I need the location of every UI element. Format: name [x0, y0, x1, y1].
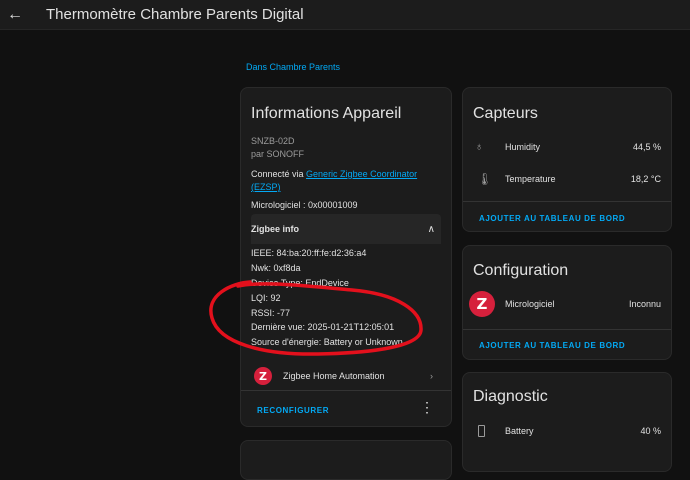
reconfigure-button[interactable]: RECONFIGURER — [257, 406, 329, 415]
zigbee-lqi: LQI: 92 — [251, 293, 281, 303]
humidity-row[interactable]: ♁ Humidity 44,5 % — [463, 138, 671, 156]
sensors-title: Capteurs — [473, 105, 538, 122]
firmware-value: Inconnu — [628, 299, 661, 309]
sensors-card: Capteurs ♁ Humidity 44,5 % 🌡︎ Temperatur… — [462, 87, 672, 232]
diagnostic-title: Diagnostic — [473, 388, 548, 405]
firmware-version: Micrologiciel : 0x00001009 — [251, 200, 358, 210]
temperature-label: Temperature — [505, 174, 556, 184]
configuration-card: Configuration Z Micrologiciel Inconnu AJ… — [462, 245, 672, 360]
zigbee-power-source: Source d'énergie: Battery or Unknown — [251, 337, 403, 347]
chevron-up-icon: ∧ — [427, 223, 435, 235]
battery-icon — [478, 425, 485, 437]
card-divider — [241, 390, 451, 391]
next-card — [240, 440, 452, 480]
thermometer-icon: 🌡︎ — [477, 172, 493, 186]
integration-row[interactable]: Z Zigbee Home Automation › — [241, 366, 451, 386]
zigbee-info-header[interactable]: Zigbee info ∧ — [251, 214, 441, 244]
diagnostic-card: Diagnostic Battery 40 % — [462, 372, 672, 472]
zigbee-info-title: Zigbee info — [251, 224, 299, 234]
arrow-left-icon: ← — [7, 5, 23, 23]
card-divider — [463, 201, 671, 202]
connected-via: Connecté via Generic Zigbee Coordinator … — [251, 168, 441, 194]
battery-value: 40 % — [640, 426, 661, 436]
page-title: Thermomètre Chambre Parents Digital — [46, 6, 304, 23]
configuration-title: Configuration — [473, 262, 569, 279]
zigbee-last-seen: Dernière vue: 2025-01-21T12:05:01 — [251, 322, 395, 332]
device-manufacturer: par SONOFF — [251, 149, 305, 159]
firmware-label: Micrologiciel — [505, 299, 555, 309]
back-button[interactable]: ← — [0, 0, 30, 30]
zigbee-device-type: Device Type: EndDevice — [251, 278, 349, 288]
water-drop-icon: ♁ — [475, 141, 484, 153]
battery-row[interactable]: Battery 40 % — [463, 422, 671, 440]
connected-via-label: Connecté via — [251, 169, 307, 179]
device-info-title: Informations Appareil — [251, 105, 402, 122]
temperature-value: 18,2 °C — [630, 174, 661, 184]
card-divider — [463, 329, 671, 330]
add-to-dashboard-button[interactable]: AJOUTER AU TABLEAU DE BORD — [479, 341, 625, 350]
battery-label: Battery — [505, 426, 534, 436]
top-app-bar: ← Thermomètre Chambre Parents Digital — [0, 0, 690, 30]
more-options-icon[interactable]: ⋮ — [420, 400, 434, 414]
zigbee-nwk: Nwk: 0xf8da — [251, 263, 301, 273]
area-link[interactable]: Dans Chambre Parents — [246, 62, 340, 72]
zigbee-icon: Z — [254, 367, 272, 385]
temperature-row[interactable]: 🌡︎ Temperature 18,2 °C — [463, 170, 671, 188]
humidity-value: 44,5 % — [632, 142, 661, 152]
device-info-card: Informations Appareil SNZB-02D par SONOF… — [240, 87, 452, 427]
humidity-label: Humidity — [505, 142, 541, 152]
device-model: SNZB-02D — [251, 136, 295, 146]
zigbee-rssi: RSSI: -77 — [251, 308, 291, 318]
chevron-right-icon: › — [430, 371, 433, 381]
firmware-row[interactable]: Z Micrologiciel Inconnu — [463, 291, 671, 317]
integration-label: Zigbee Home Automation — [283, 371, 385, 381]
add-to-dashboard-button[interactable]: AJOUTER AU TABLEAU DE BORD — [479, 214, 625, 223]
zigbee-ieee: IEEE: 84:ba:20:ff:fe:d2:36:a4 — [251, 248, 367, 258]
zigbee-icon: Z — [469, 291, 495, 317]
